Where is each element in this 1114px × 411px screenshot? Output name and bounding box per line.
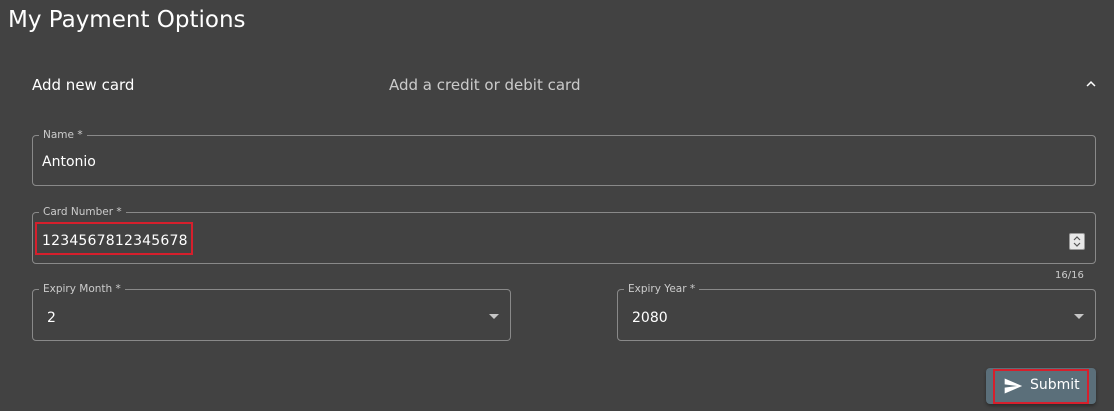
dropdown-arrow-icon[interactable]	[1074, 314, 1084, 319]
card-number-field[interactable]: Card Number * 1234567812345678	[32, 206, 1096, 264]
name-field[interactable]: Name * Antonio	[32, 129, 1096, 186]
name-input[interactable]: Antonio	[42, 154, 96, 170]
card-number-input[interactable]: 1234567812345678	[42, 233, 188, 249]
expiry-month-select[interactable]: Expiry Month * 2	[32, 283, 511, 341]
expiry-month-value: 2	[47, 310, 56, 326]
card-number-field-label: Card Number *	[39, 206, 126, 218]
number-spinner-icon[interactable]	[1069, 233, 1085, 250]
panel-description: Add a credit or debit card	[389, 76, 581, 94]
add-card-panel-header[interactable]: Add new card Add a credit or debit card	[16, 62, 1106, 110]
chevron-up-icon[interactable]	[1082, 75, 1100, 93]
expiry-year-value: 2080	[632, 310, 668, 326]
dropdown-arrow-icon[interactable]	[489, 314, 499, 319]
expiry-year-label: Expiry Year *	[624, 283, 700, 295]
name-field-label: Name *	[39, 129, 87, 141]
page-title: My Payment Options	[8, 7, 246, 33]
expiry-year-select[interactable]: Expiry Year * 2080	[617, 283, 1096, 341]
card-number-counter: 16/16	[1055, 270, 1084, 281]
send-icon	[1004, 378, 1023, 394]
submit-button[interactable]: Submit	[986, 368, 1096, 404]
submit-label: Submit	[1030, 377, 1080, 393]
expiry-month-label: Expiry Month *	[39, 283, 125, 295]
panel-title: Add new card	[32, 76, 135, 94]
